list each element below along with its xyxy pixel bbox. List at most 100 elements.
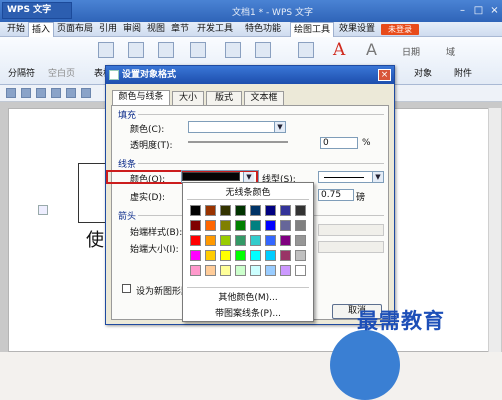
color-swatch[interactable] — [220, 250, 231, 261]
color-swatch[interactable] — [190, 235, 201, 246]
menu-effects[interactable]: 效果设置 — [336, 22, 378, 37]
color-swatch[interactable] — [280, 265, 291, 276]
color-swatch[interactable] — [250, 265, 261, 276]
chart-icon[interactable] — [225, 42, 241, 58]
field-button[interactable]: 域 — [446, 45, 455, 58]
color-swatch[interactable] — [205, 220, 216, 231]
color-swatch[interactable] — [250, 235, 261, 246]
paragraph-marker-icon[interactable] — [38, 205, 48, 215]
color-swatch[interactable] — [220, 265, 231, 276]
tab-layout[interactable]: 版式 — [206, 91, 242, 105]
color-swatch[interactable] — [250, 220, 261, 231]
fill-color-dropdown-icon[interactable]: ▼ — [274, 122, 285, 132]
redo-icon[interactable] — [81, 88, 91, 98]
clipart-icon[interactable] — [190, 42, 206, 58]
color-swatch[interactable] — [235, 250, 246, 261]
color-swatch[interactable] — [280, 205, 291, 216]
attachment-button[interactable]: 附件 — [454, 66, 472, 79]
tab-size[interactable]: 大小 — [172, 91, 204, 105]
color-swatch[interactable] — [295, 220, 306, 231]
picture-icon[interactable] — [128, 42, 144, 58]
color-swatch[interactable] — [265, 235, 276, 246]
wordart-icon[interactable]: A — [333, 40, 345, 60]
menu-view[interactable]: 视图 — [144, 22, 168, 37]
color-swatch[interactable] — [205, 235, 216, 246]
color-swatch[interactable] — [250, 205, 261, 216]
line-style-dropdown-icon[interactable]: ▼ — [372, 172, 383, 182]
open-icon[interactable] — [6, 88, 16, 98]
color-swatch[interactable] — [280, 250, 291, 261]
color-swatch[interactable] — [220, 220, 231, 231]
line-weight-input[interactable]: 0.75 — [318, 189, 354, 201]
color-swatch[interactable] — [295, 205, 306, 216]
color-swatch[interactable] — [220, 235, 231, 246]
document-title: 文档1 * - WPS 文字 — [232, 8, 313, 18]
color-swatch[interactable] — [265, 205, 276, 216]
color-swatch[interactable] — [205, 265, 216, 276]
color-swatch[interactable] — [295, 235, 306, 246]
decorative-circle — [330, 330, 400, 400]
undo-icon[interactable] — [66, 88, 76, 98]
date-button[interactable]: 日期 — [402, 45, 420, 58]
menu-home[interactable]: 开始 — [4, 22, 28, 37]
menu-drawing-tools[interactable]: 绘图工具 — [290, 22, 335, 37]
color-swatch[interactable] — [235, 220, 246, 231]
color-swatch[interactable] — [235, 265, 246, 276]
menu-review[interactable]: 审阅 — [120, 22, 144, 37]
vertical-scrollbar[interactable] — [488, 108, 501, 352]
tab-colors-lines[interactable]: 颜色与线条 — [112, 90, 170, 105]
menu-chapter[interactable]: 章节 — [168, 22, 192, 37]
close-window-icon[interactable]: × — [488, 4, 501, 17]
color-swatch[interactable] — [220, 205, 231, 216]
shapes-icon[interactable] — [158, 42, 174, 58]
dialog-close-icon[interactable]: × — [378, 69, 391, 81]
screenshot-icon[interactable] — [255, 42, 271, 58]
more-colors-option[interactable]: 其他颜色(M)... — [183, 290, 313, 303]
blank-page-button[interactable]: 空白页 — [48, 66, 75, 79]
color-swatch[interactable] — [280, 235, 291, 246]
color-swatch[interactable] — [190, 265, 201, 276]
menu-insert[interactable]: 插入 — [28, 22, 55, 37]
login-status-badge[interactable]: 未登录 — [381, 24, 419, 35]
color-swatch[interactable] — [235, 235, 246, 246]
color-swatch[interactable] — [265, 265, 276, 276]
maximize-icon[interactable]: □ — [472, 4, 485, 17]
color-swatch[interactable] — [295, 250, 306, 261]
transparency-slider[interactable] — [188, 141, 288, 143]
separator-button[interactable]: 分隔符 — [8, 66, 35, 79]
color-swatch[interactable] — [235, 205, 246, 216]
color-swatch[interactable] — [205, 250, 216, 261]
tab-text-box[interactable]: 文本框 — [244, 91, 284, 105]
menu-developer[interactable]: 开发工具 — [194, 22, 236, 37]
fill-color-select[interactable] — [188, 121, 286, 133]
wps-app-button[interactable]: WPS 文字 — [2, 2, 72, 19]
menu-features[interactable]: 特色功能 — [242, 22, 284, 37]
color-swatch[interactable] — [295, 265, 306, 276]
end-style-select[interactable] — [318, 224, 384, 236]
color-swatch[interactable] — [265, 250, 276, 261]
color-swatch[interactable] — [250, 250, 261, 261]
color-swatch[interactable] — [190, 220, 201, 231]
color-swatch[interactable] — [265, 220, 276, 231]
line-color-dropdown-icon[interactable]: ▼ — [243, 172, 254, 182]
color-swatch[interactable] — [190, 250, 201, 261]
minimize-icon[interactable]: – — [456, 4, 469, 17]
no-line-color-option[interactable]: 无线条颜色 — [183, 185, 313, 198]
preview-icon[interactable] — [51, 88, 61, 98]
menu-references[interactable]: 引用 — [96, 22, 120, 37]
textbox-icon[interactable] — [298, 42, 314, 58]
color-swatch[interactable] — [190, 205, 201, 216]
default-checkbox[interactable] — [122, 284, 131, 293]
dropcap-icon[interactable]: A — [366, 40, 377, 59]
end-size-select[interactable] — [318, 241, 384, 253]
color-swatch[interactable] — [280, 220, 291, 231]
table-icon[interactable] — [98, 42, 114, 58]
line-color-swatch[interactable] — [182, 172, 240, 181]
object-button[interactable]: 对象 — [414, 66, 432, 79]
save-icon[interactable] — [21, 88, 31, 98]
print-icon[interactable] — [36, 88, 46, 98]
transparency-input[interactable]: 0 — [320, 137, 358, 149]
patterned-lines-option[interactable]: 带图案线条(P)... — [183, 306, 313, 319]
color-swatch[interactable] — [205, 205, 216, 216]
menu-page-layout[interactable]: 页面布局 — [54, 22, 96, 37]
